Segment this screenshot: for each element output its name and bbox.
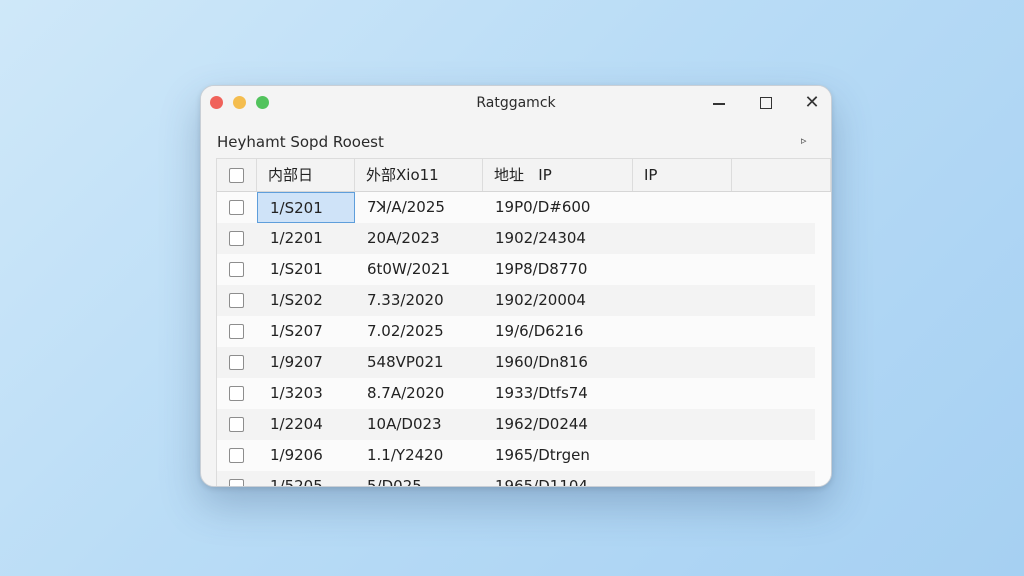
table-cell[interactable]: 1.1/Y2420 [355,440,483,471]
table-row[interactable]: 1/9207 548VP021 1960/Dn816 [217,347,815,378]
table-cell[interactable]: 10A/D023 [355,409,483,440]
table-cell[interactable]: 1/2204 [257,409,355,440]
table-cell[interactable]: 1/3203 [257,378,355,409]
select-all-cell[interactable] [217,159,257,191]
table-cell[interactable]: 5/D025 [355,471,483,486]
row-checkbox[interactable] [229,324,244,339]
column-header-spacer [732,159,831,191]
table-cell[interactable]: 1/S201 [257,254,355,285]
title-bar[interactable]: Ratggamck ✕ [201,86,831,120]
table-row[interactable]: 1/S202 7.33/2020 1902/20004 [217,285,815,316]
table-cell[interactable]: 1/S207 [257,316,355,347]
table-cell[interactable]: 8.7A/2020 [355,378,483,409]
table-cell[interactable]: 7ꓘ/A/2025 [355,192,483,223]
select-all-checkbox[interactable] [229,168,244,183]
table-row[interactable]: 1/2201 20A/2023 1902/24304 [217,223,815,254]
table-cell[interactable]: 1/S202 [257,285,355,316]
row-checkbox[interactable] [229,293,244,308]
table-row[interactable]: 1/9206 1.1/Y2420 1965/Dtrgen [217,440,815,471]
table-cell[interactable]: 19P0/D#600 [483,192,633,223]
row-checkbox[interactable] [229,231,244,246]
table-row[interactable]: 1/2204 10A/D023 1962/D0244 [217,409,815,440]
table-cell[interactable]: 7.02/2025 [355,316,483,347]
table-cell[interactable]: 1960/Dn816 [483,347,633,378]
maximize-button[interactable] [755,93,777,113]
table-row[interactable]: 1/S201 6t0W/2021 19P8/D8770 [217,254,815,285]
table-cell[interactable]: 1962/D0244 [483,409,633,440]
column-header-4[interactable]: IP [633,159,732,191]
section-title: Heyhamt Sopd Rooest [217,133,384,151]
window-title: Ratggamck [476,95,556,111]
table-cell[interactable]: 1/5205 [257,471,355,486]
row-checkbox[interactable] [229,355,244,370]
row-checkbox[interactable] [229,417,244,432]
column-header-3[interactable]: 地址 IP [483,159,633,191]
table-cell[interactable]: 1902/24304 [483,223,633,254]
table-row[interactable]: 1/3203 8.7A/2020 1933/Dtfs74 [217,378,815,409]
table-row[interactable]: 1/S207 7.02/2025 19/6/D6216 [217,316,815,347]
table-row[interactable]: 1/S201 7ꓘ/A/2025 19P0/D#600 [217,192,815,223]
table-cell[interactable]: 1902/20004 [483,285,633,316]
table-cell[interactable]: 1/9206 [257,440,355,471]
table-row[interactable]: 1/5205 5/D025 1965/D1104 [217,471,815,486]
table-cell[interactable]: 1/S201 [257,192,355,223]
app-window: Ratggamck ✕ Heyhamt Sopd Rooest ▹ 内部日 外部… [200,85,832,487]
row-checkbox[interactable] [229,262,244,277]
table-cell[interactable]: 19P8/D8770 [483,254,633,285]
row-checkbox[interactable] [229,386,244,401]
column-header-2[interactable]: 外部ꓫio11 [355,159,483,191]
table-cell[interactable]: 1965/D1104 [483,471,633,486]
table-cell[interactable]: 1933/Dtfs74 [483,378,633,409]
table-cell[interactable]: 548VP021 [355,347,483,378]
table-cell[interactable]: 6t0W/2021 [355,254,483,285]
table-header: 内部日 外部ꓫio11 地址 IP IP [217,159,831,192]
row-checkbox[interactable] [229,479,244,486]
table-cell[interactable]: 20A/2023 [355,223,483,254]
table-cell[interactable]: 1/9207 [257,347,355,378]
table-cell[interactable]: 1965/Dtrgen [483,440,633,471]
column-header-1[interactable]: 内部日 [257,159,355,191]
minimize-button[interactable] [708,93,730,113]
data-table: 内部日 外部ꓫio11 地址 IP IP 1/S201 7ꓘ/A/2025 19P0… [216,158,831,486]
close-button[interactable]: ✕ [801,93,823,113]
table-cell[interactable]: 1/2201 [257,223,355,254]
menu-arrow-icon[interactable]: ▹ [801,134,807,147]
table-cell[interactable]: 7.33/2020 [355,285,483,316]
table-cell[interactable]: 19/6/D6216 [483,316,633,347]
row-checkbox[interactable] [229,200,244,215]
row-checkbox[interactable] [229,448,244,463]
